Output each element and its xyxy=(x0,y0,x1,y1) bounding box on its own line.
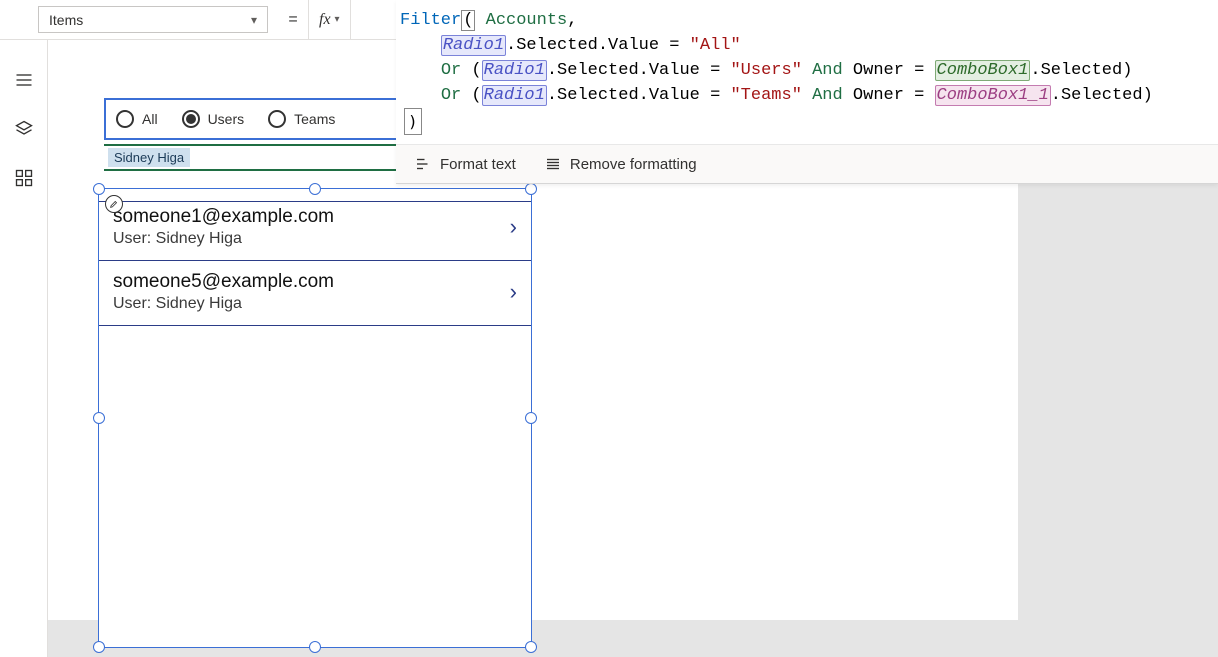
gallery-item-title: someone5@example.com xyxy=(113,271,334,293)
radio-icon xyxy=(268,110,286,128)
radio-option-teams[interactable]: Teams xyxy=(268,110,335,128)
radio-option-users[interactable]: Users xyxy=(182,110,245,128)
format-text-label: Format text xyxy=(440,156,516,173)
layers-icon[interactable] xyxy=(14,119,34,142)
formula-token-control: ComboBox1 xyxy=(935,60,1031,81)
components-icon[interactable] xyxy=(14,168,34,191)
format-text-button[interactable]: Format text xyxy=(414,155,516,173)
resize-handle[interactable] xyxy=(309,183,321,195)
formula-token-datasource: Accounts xyxy=(486,11,568,30)
edit-template-icon[interactable] xyxy=(105,195,123,213)
chevron-down-icon: ▾ xyxy=(335,14,340,25)
radio-label: Teams xyxy=(294,111,335,127)
resize-handle[interactable] xyxy=(525,412,537,424)
combobox-selected-chip: Sidney Higa xyxy=(108,148,190,167)
gallery-items: someone1@example.com User: Sidney Higa ›… xyxy=(99,189,531,326)
fx-button[interactable]: fx ▾ xyxy=(308,0,351,39)
remove-formatting-label: Remove formatting xyxy=(570,156,697,173)
remove-formatting-button[interactable]: Remove formatting xyxy=(544,155,697,173)
gallery-item-subtitle: User: Sidney Higa xyxy=(113,295,334,313)
radio-icon xyxy=(116,110,134,128)
chevron-right-icon[interactable]: › xyxy=(510,214,517,240)
formula-toolbar: Format text Remove formatting xyxy=(396,144,1218,183)
radio-label: All xyxy=(142,111,158,127)
property-dropdown-value: Items xyxy=(49,12,83,28)
formula-close-paren: ) xyxy=(404,108,422,135)
radio-option-all[interactable]: All xyxy=(116,110,158,128)
gallery-item[interactable]: someone1@example.com User: Sidney Higa › xyxy=(99,201,531,261)
formula-editor-panel: Filter( Accounts, Radio1.Selected.Value … xyxy=(396,0,1218,184)
resize-handle[interactable] xyxy=(309,641,321,653)
resize-handle[interactable] xyxy=(525,183,537,195)
radio-icon-selected xyxy=(182,110,200,128)
gallery-item[interactable]: someone5@example.com User: Sidney Higa › xyxy=(99,261,531,326)
property-dropdown[interactable]: Items ▾ xyxy=(38,6,268,33)
gallery-control-selected[interactable]: someone1@example.com User: Sidney Higa ›… xyxy=(98,188,532,648)
resize-handle[interactable] xyxy=(93,641,105,653)
formula-token-function: Filter xyxy=(400,11,461,30)
resize-handle[interactable] xyxy=(525,641,537,653)
formula-token-control: Radio1 xyxy=(482,85,547,106)
chevron-right-icon[interactable]: › xyxy=(510,279,517,305)
resize-handle[interactable] xyxy=(93,412,105,424)
left-nav-rail xyxy=(0,40,48,657)
gallery-item-subtitle: User: Sidney Higa xyxy=(113,230,334,248)
formula-token-control: ComboBox1_1 xyxy=(935,85,1051,106)
radio-label: Users xyxy=(208,111,245,127)
chevron-down-icon: ▾ xyxy=(251,13,257,27)
equals-sign: = xyxy=(278,0,308,39)
gallery-item-title: someone1@example.com xyxy=(113,206,334,228)
fx-label: fx xyxy=(319,11,331,29)
formula-token-control: Radio1 xyxy=(441,35,506,56)
formula-token-control: Radio1 xyxy=(482,60,547,81)
formula-editor[interactable]: Filter( Accounts, Radio1.Selected.Value … xyxy=(396,0,1218,144)
tree-view-icon[interactable] xyxy=(14,70,34,93)
resize-handle[interactable] xyxy=(93,183,105,195)
